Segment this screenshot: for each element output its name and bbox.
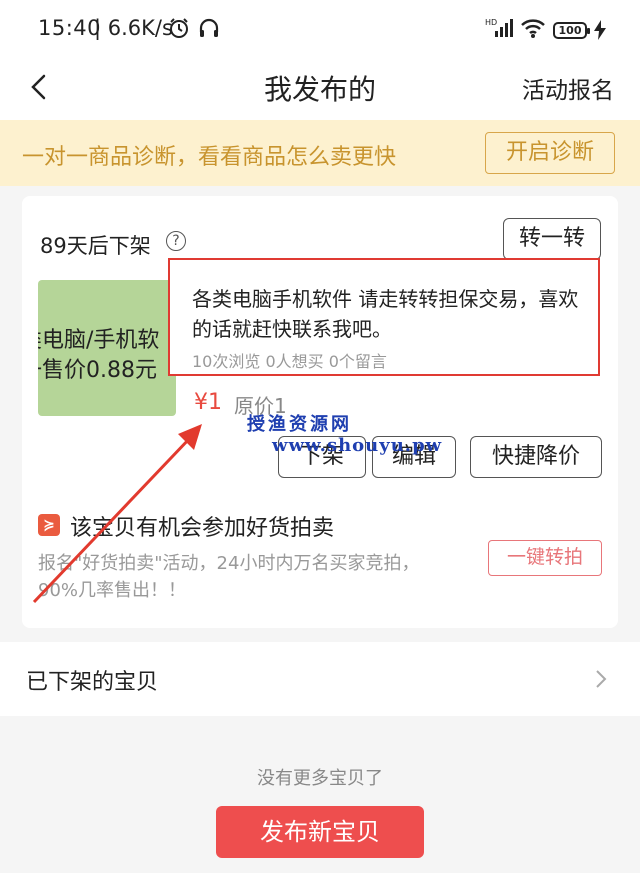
signal-icon: HD [485,17,513,43]
status-time: 15:40 [38,16,102,40]
expiry-text: 89天后下架 [40,234,151,258]
charging-icon [594,20,606,44]
headset-icon [198,17,220,43]
watermark-url: www.shouyu.pw [272,435,443,456]
status-bar: 15:40 | 6.6K/s HD 100 [0,0,640,58]
item-stats: 10次浏览 0人想买 0个留言 [192,352,387,371]
repost-button[interactable]: 转一转 [503,218,601,260]
svg-text:HD: HD [485,18,497,27]
item-price: ¥1 [194,390,222,415]
start-diagnosis-button[interactable]: 开启诊断 [485,132,615,174]
publish-new-item-button[interactable]: 发布新宝贝 [216,806,424,858]
nav-bar: 我发布的 活动报名 [0,58,640,120]
no-more-items-text: 没有更多宝贝了 [257,768,383,789]
thumbnail-text-line1: 类电脑/手机软 [38,328,160,353]
alarm-icon [168,17,190,43]
page: 15:40 | 6.6K/s HD 100 我发布的 活动报名 一对一商品诊断，… [0,0,640,873]
chevron-right-icon [594,668,608,690]
watermark-title: 授渔资源网 [247,414,352,435]
item-thumbnail[interactable]: 类电脑/手机软 一售价0.88元 [38,280,176,416]
diagnosis-banner: 一对一商品诊断，看看商品怎么卖更快 开启诊断 [0,120,640,186]
item-card: 89天后下架 ? 转一转 类电脑/手机软 一售价0.88元 各类电脑手机软件 请… [22,196,618,628]
auction-description: 报名"好货拍卖"活动，24小时内万名买家竞拍，90%几率售出！！ [38,553,420,601]
battery-icon: 100 [553,22,590,39]
delisted-items-row[interactable]: 已下架的宝贝 [0,642,640,716]
activity-signup-link[interactable]: 活动报名 [522,71,614,105]
item-info-highlight[interactable]: 各类电脑手机软件 请走转转担保交易，喜欢的话就赶快联系我吧。 10次浏览 0人想… [168,258,600,376]
quick-price-drop-button[interactable]: 快捷降价 [470,436,602,478]
wifi-icon [520,17,546,43]
network-speed: | 6.6K/s [94,16,173,40]
delisted-label: 已下架的宝贝 [26,670,159,695]
one-click-auction-button[interactable]: 一键转拍 [488,540,602,576]
auction-icon: ≽ [38,514,60,536]
thumbnail-text-line2: 一售价0.88元 [38,358,157,383]
help-icon[interactable]: ? [166,231,186,251]
auction-title: 该宝贝有机会参加好货拍卖 [70,516,335,541]
banner-text: 一对一商品诊断，看看商品怎么卖更快 [22,145,397,170]
item-description: 各类电脑手机软件 请走转转担保交易，喜欢的话就赶快联系我吧。 [192,287,579,341]
